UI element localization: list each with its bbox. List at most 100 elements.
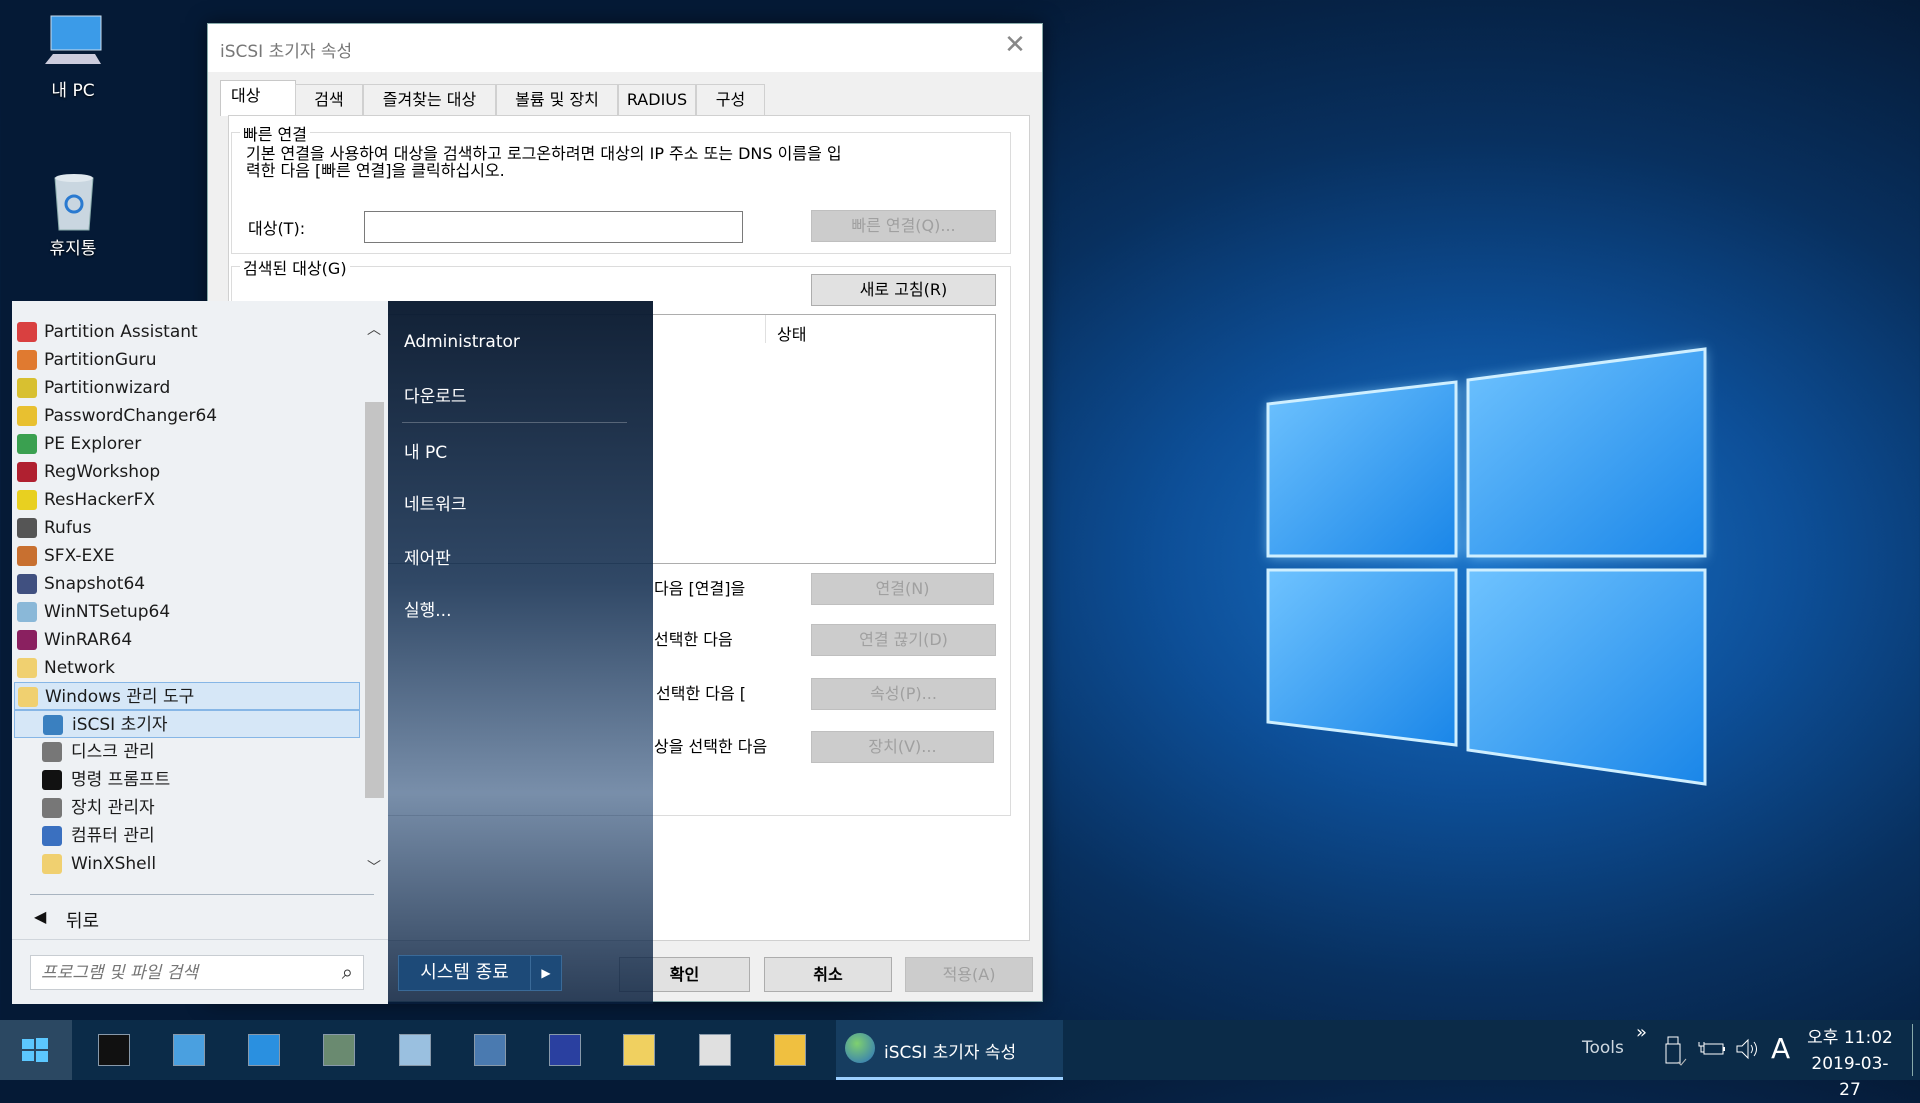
divider: [30, 894, 374, 895]
ime-indicator[interactable]: A: [1771, 1032, 1790, 1065]
caret-left-icon: ◀: [34, 907, 47, 926]
program-item[interactable]: Snapshot64: [14, 570, 360, 598]
computer-icon: [41, 14, 105, 70]
program-label: WinXShell: [71, 854, 157, 874]
program-item[interactable]: SFX-EXE: [14, 542, 360, 570]
program-item[interactable]: Network: [14, 654, 360, 682]
desktop-icon-recycle-bin[interactable]: 휴지통: [23, 172, 123, 259]
chevron-down-icon[interactable]: ﹀: [367, 857, 381, 877]
scrollbar-thumb[interactable]: [365, 402, 384, 798]
program-item[interactable]: iSCSI 초기자: [14, 710, 360, 738]
tools-toolbar[interactable]: Tools: [1582, 1038, 1624, 1058]
program-item[interactable]: 디스크 관리: [14, 738, 360, 766]
properties-button[interactable]: 속성(P)...: [811, 678, 996, 710]
tab-configuration[interactable]: 구성: [696, 84, 765, 115]
program-item[interactable]: Rufus: [14, 514, 360, 542]
search-tool-icon[interactable]: [474, 1034, 506, 1066]
disconnect-button[interactable]: 연결 끊기(D): [811, 624, 996, 656]
shutdown-button[interactable]: 시스템 종료: [399, 956, 530, 990]
program-item[interactable]: Windows 관리 도구: [14, 682, 360, 710]
program-label: 명령 프롬프트: [71, 770, 171, 790]
show-desktop-button[interactable]: [1912, 1024, 1913, 1076]
program-item[interactable]: PasswordChanger64: [14, 402, 360, 430]
program-item[interactable]: PE Explorer: [14, 430, 360, 458]
clock-date: 2019-03-27: [1811, 1054, 1889, 1100]
program-label: 컴퓨터 관리: [71, 826, 155, 846]
program-item[interactable]: 명령 프롬프트: [14, 766, 360, 794]
volume-icon[interactable]: [1735, 1038, 1761, 1060]
program-list: Partition Assistant PartitionGuru Partitio…: [12, 317, 362, 884]
place-my-pc[interactable]: 내 PC: [404, 438, 447, 463]
chevron-up-icon[interactable]: ︿: [367, 319, 381, 339]
quick-connect-group: 빠른 연결 기본 연결을 사용하여 대상을 검색하고 로그온하려면 대상의 IP…: [231, 121, 1011, 254]
program-label: Snapshot64: [44, 574, 146, 594]
program-label: Network: [44, 658, 115, 678]
file-explorer-icon[interactable]: [774, 1034, 806, 1066]
program-item[interactable]: 컴퓨터 관리: [14, 822, 360, 850]
program-item[interactable]: RegWorkshop: [14, 458, 360, 486]
program-item[interactable]: WinNTSetup64: [14, 598, 360, 626]
devices-button[interactable]: 장치(V)...: [811, 731, 994, 763]
program-item[interactable]: 장치 관리자: [14, 794, 360, 822]
start-button[interactable]: [0, 1020, 72, 1080]
floppy-save-icon[interactable]: [549, 1034, 581, 1066]
tab-radius[interactable]: RADIUS: [618, 84, 696, 115]
place-downloads[interactable]: 다운로드: [404, 382, 467, 407]
search-box[interactable]: ⌕: [30, 955, 364, 990]
quick-connect-button[interactable]: 빠른 연결(Q)...: [811, 210, 996, 242]
taskbar-task-iscsi[interactable]: iSCSI 초기자 속성: [836, 1020, 1063, 1080]
program-icon: [17, 574, 37, 594]
divider: [402, 422, 627, 423]
hardware-info-icon[interactable]: [323, 1034, 355, 1066]
network-monitor-icon[interactable]: [173, 1034, 205, 1066]
program-label: PartitionGuru: [44, 350, 157, 370]
close-button[interactable]: ✕: [1000, 30, 1030, 60]
internet-explorer-icon[interactable]: [248, 1034, 280, 1066]
quick-connect-description: 기본 연결을 사용하여 대상을 검색하고 로그온하려면 대상의 IP 주소 또는…: [246, 145, 842, 179]
clock[interactable]: 오후 11:02 2019-03-27: [1802, 1025, 1898, 1103]
program-icon: [17, 518, 37, 538]
shutdown-options-arrow-icon[interactable]: ▶: [530, 956, 561, 990]
place-administrator[interactable]: Administrator: [404, 332, 520, 352]
file-upload-icon[interactable]: [623, 1034, 655, 1066]
search-icon[interactable]: ⌕: [342, 960, 353, 984]
program-list-scrollbar[interactable]: ︿ ﹀: [362, 317, 386, 884]
tab-volumes-devices[interactable]: 볼륨 및 장치: [496, 84, 618, 115]
command-prompt-icon[interactable]: [98, 1034, 130, 1066]
program-item[interactable]: WinRAR64: [14, 626, 360, 654]
place-network[interactable]: 네트워크: [404, 490, 467, 515]
program-label: PasswordChanger64: [44, 406, 218, 426]
column-header-status[interactable]: 상태: [777, 321, 806, 345]
place-run[interactable]: 실행...: [404, 596, 452, 621]
program-item[interactable]: PartitionGuru: [14, 346, 360, 374]
apply-button[interactable]: 적용(A): [905, 957, 1033, 992]
program-item[interactable]: ResHackerFX: [14, 486, 360, 514]
program-item[interactable]: Partitionwizard: [14, 374, 360, 402]
program-label: PE Explorer: [44, 434, 142, 454]
place-control-panel[interactable]: 제어판: [404, 544, 451, 569]
description-line: 기본 연결을 사용하여 대상을 검색하고 로그온하려면 대상의 IP 주소 또는…: [246, 144, 842, 163]
registry-upload-icon[interactable]: [699, 1034, 731, 1066]
connect-button[interactable]: 연결(N): [811, 573, 994, 605]
program-item[interactable]: Partition Assistant: [14, 318, 360, 346]
refresh-button[interactable]: 새로 고침(R): [811, 274, 996, 306]
dialog-title: iSCSI 초기자 속성: [220, 42, 353, 62]
taskbar: iSCSI 초기자 속성 Tools » A 오후 11:02 2019-03-…: [0, 1020, 1920, 1100]
tab-targets[interactable]: 대상: [220, 80, 296, 116]
back-button[interactable]: ◀ 뒤로: [12, 901, 388, 937]
tab-discovery[interactable]: 검색: [295, 84, 363, 115]
cancel-button[interactable]: 취소: [764, 957, 892, 992]
toolbar-overflow-icon[interactable]: »: [1636, 1022, 1647, 1043]
tab-favorite-targets[interactable]: 즐겨찾는 대상: [363, 84, 496, 115]
program-label: Rufus: [44, 518, 92, 538]
power-battery-icon[interactable]: [1698, 1040, 1726, 1058]
dialog-titlebar[interactable]: iSCSI 초기자 속성 ✕: [208, 24, 1042, 72]
back-label: 뒤로: [66, 911, 100, 932]
usb-drive-icon[interactable]: [1665, 1036, 1687, 1066]
program-item[interactable]: WinXShell: [14, 850, 360, 878]
search-input[interactable]: [41, 960, 321, 986]
recycle-bin-icon: [41, 172, 105, 231]
target-input[interactable]: [364, 211, 743, 243]
desktop-icon-my-pc[interactable]: 내 PC: [23, 14, 123, 101]
notepad-icon[interactable]: [399, 1034, 431, 1066]
